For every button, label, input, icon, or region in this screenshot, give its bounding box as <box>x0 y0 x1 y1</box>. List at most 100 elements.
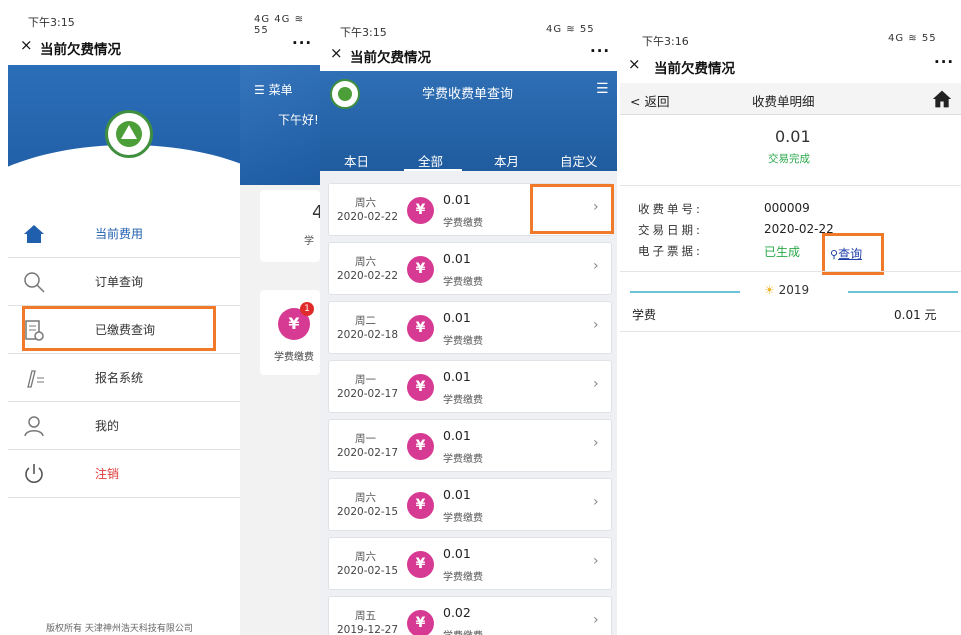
more-icon[interactable]: ··· <box>934 53 954 71</box>
date: 2020-02-22 <box>337 211 399 223</box>
menu-label: 报名系统 <box>95 371 144 385</box>
window-title: 当前欠费情况 <box>654 61 735 77</box>
fee-kind: 学费缴费 <box>443 627 483 635</box>
back-button[interactable]: < 返回 <box>630 91 669 110</box>
page-title: 学费收费单查询 <box>422 87 514 102</box>
close-icon[interactable]: × <box>330 44 343 62</box>
amount: 0.01 <box>443 192 471 207</box>
close-icon[interactable]: × <box>20 36 33 54</box>
menu-item-logout[interactable]: 注销 <box>8 450 240 498</box>
year-value: 2019 <box>778 283 810 297</box>
fee-record-row[interactable]: 周六 2020-02-15 ¥0.01 学费缴费 › <box>328 537 612 590</box>
yen-icon: ¥ <box>407 315 434 342</box>
greeting-text: 下午好! <box>278 113 319 127</box>
fee-kind: 学费缴费 <box>443 513 483 524</box>
weekday: 周二 <box>355 315 376 327</box>
fee-record-row[interactable]: 周五 2019-12-27 ¥0.02 学费缴费 › <box>328 596 612 635</box>
tab-all[interactable]: 全部 <box>418 151 443 170</box>
fee-kind: 学费缴费 <box>443 454 483 465</box>
amount: 0.01 <box>443 487 471 502</box>
year-divider-left <box>630 291 740 293</box>
date: 2020-02-15 <box>337 506 399 518</box>
fee-record-row[interactable]: 周六 2020-02-22 ¥0.01 学费缴费 › <box>328 242 612 295</box>
close-icon[interactable]: × <box>628 55 641 73</box>
fee-record-row[interactable]: 周六 2020-02-15 ¥0.01 学费缴费 › <box>328 478 612 531</box>
amount: 0.01 <box>443 546 471 561</box>
tab-month[interactable]: 本月 <box>494 151 519 170</box>
highlight-box <box>822 233 884 275</box>
pen-icon <box>27 370 44 388</box>
yen-icon: ¥ <box>407 551 434 578</box>
menu-label: 我的 <box>95 419 120 433</box>
fee-record-list: 周六 2020-02-22 ¥0.01 学费缴费 › 周六 2020-02-22 ¥0.01 学… <box>328 183 612 635</box>
chevron-right-icon: › <box>593 553 599 569</box>
screen-main-menu: 下午3:15 4G 4G ≋ 55 × 当前欠费情况 ··· 华南农业大学 当前… <box>8 0 323 635</box>
status-time: 下午3:15 <box>340 26 387 39</box>
power-icon <box>25 464 43 483</box>
weekday: 周六 <box>355 551 376 563</box>
window-title: 当前欠费情况 <box>40 42 121 58</box>
weekday: 周六 <box>355 197 376 209</box>
screen-receipt-detail: 下午3:16 4G ≋ 55 × 当前欠费情况 ··· < 返回 收费单明细 0… <box>620 25 961 635</box>
chevron-right-icon: › <box>593 376 599 392</box>
fee-kind: 学费缴费 <box>443 218 483 229</box>
home-icon <box>24 225 44 243</box>
weekday: 周五 <box>355 610 376 622</box>
tab-today[interactable]: 本日 <box>344 151 369 170</box>
receipt-no-value: 000009 <box>764 201 810 215</box>
fee-name: 学费 <box>632 308 657 322</box>
menu-item-mine[interactable]: 我的 <box>8 402 240 450</box>
chevron-right-icon: › <box>593 494 599 510</box>
notification-badge: 1 <box>300 302 314 316</box>
e-invoice-label: 电子票据: <box>638 244 703 258</box>
menu-item-order-query[interactable]: 订单查询 <box>8 258 240 306</box>
status-icons: 4G 4G ≋ 55 <box>254 14 304 36</box>
dashboard-peek: ☰ 菜单 下午好! 4 学 ¥ 1 学费缴费 <box>240 65 323 635</box>
tab-custom[interactable]: 自定义 <box>560 151 598 170</box>
date: 2019-12-27 <box>337 624 399 635</box>
sun-icon: ☀ <box>764 283 775 297</box>
fee-record-row[interactable]: 周一 2020-02-17 ¥0.01 学费缴费 › <box>328 419 612 472</box>
yen-icon: ¥ <box>407 256 434 283</box>
user-icon <box>24 416 44 437</box>
home-icon[interactable] <box>932 89 952 109</box>
date: 2020-02-18 <box>337 329 399 341</box>
menu-button[interactable]: ☰ 菜单 <box>254 81 293 98</box>
weekday: 周一 <box>355 374 376 386</box>
transaction-status: 交易完成 <box>768 153 810 165</box>
nav-bar: < 返回 收费单明细 <box>620 83 961 115</box>
highlight-box <box>530 184 614 234</box>
chevron-right-icon: › <box>593 435 599 451</box>
yen-icon: ¥ <box>407 492 434 519</box>
fee-kind: 学费缴费 <box>443 572 483 583</box>
page-title: 收费单明细 <box>752 94 815 109</box>
weekday: 周六 <box>355 492 376 504</box>
yen-icon: ¥ <box>407 610 434 635</box>
year-divider-right <box>848 291 958 293</box>
e-invoice-status: 已生成 <box>764 245 801 259</box>
fee-record-row[interactable]: 周一 2020-02-17 ¥0.01 学费缴费 › <box>328 360 612 413</box>
status-icons: 4G ≋ 55 <box>888 33 937 44</box>
more-icon[interactable]: ··· <box>590 42 610 60</box>
divider <box>620 185 961 186</box>
window-title: 当前欠费情况 <box>350 50 431 66</box>
date: 2020-02-17 <box>337 388 399 400</box>
divider <box>620 271 961 272</box>
amount: 0.01 <box>443 310 471 325</box>
tuition-app-tile[interactable]: ¥ 1 学费缴费 <box>260 290 320 375</box>
menu-item-registration[interactable]: 报名系统 <box>8 354 240 402</box>
school-logo <box>105 110 153 158</box>
hamburger-icon[interactable]: ☰ <box>596 81 609 97</box>
yen-icon: ¥ <box>407 197 434 224</box>
fee-record-row[interactable]: 周二 2020-02-18 ¥0.01 学费缴费 › <box>328 301 612 354</box>
year-label: ☀ 2019 <box>764 283 809 297</box>
fee-kind: 学费缴费 <box>443 336 483 347</box>
amount: 0.01 <box>775 127 811 146</box>
status-icons: 4G ≋ 55 <box>546 24 595 35</box>
trade-date-label: 交易日期: <box>638 223 703 237</box>
menu-item-current-fees[interactable]: 当前费用 <box>8 210 240 258</box>
receipt-no-label: 收费单号: <box>638 202 703 216</box>
highlight-box <box>22 306 216 351</box>
more-icon[interactable]: ··· <box>292 34 312 52</box>
fee-kind: 学费缴费 <box>443 395 483 406</box>
